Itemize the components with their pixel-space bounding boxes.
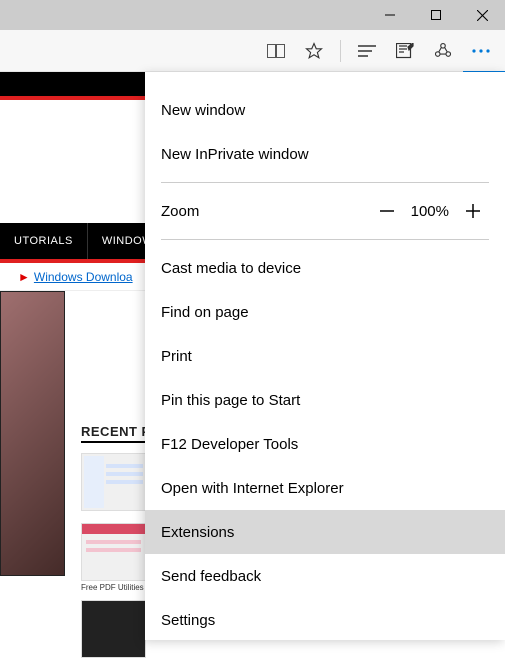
menu-separator: [161, 182, 489, 183]
more-menu: New window New InPrivate window Zoom 100…: [145, 72, 505, 640]
arrow-icon: ►: [18, 270, 30, 284]
post-thumb-2[interactable]: [81, 523, 146, 581]
menu-zoom-row: Zoom 100%: [145, 189, 505, 233]
share-icon[interactable]: [427, 35, 459, 67]
menu-new-window[interactable]: New window: [145, 88, 505, 132]
nav-tutorials[interactable]: UTORIALS: [0, 223, 88, 259]
toolbar-separator: [340, 40, 341, 62]
menu-settings[interactable]: Settings: [145, 598, 505, 642]
zoom-out-button[interactable]: [371, 202, 403, 220]
zoom-in-button[interactable]: [457, 202, 489, 220]
article-image: [0, 291, 65, 576]
minimize-button[interactable]: [367, 0, 413, 30]
menu-open-ie[interactable]: Open with Internet Explorer: [145, 466, 505, 510]
menu-pin[interactable]: Pin this page to Start: [145, 378, 505, 422]
menu-new-inprivate[interactable]: New InPrivate window: [145, 132, 505, 176]
menu-devtools[interactable]: F12 Developer Tools: [145, 422, 505, 466]
reading-view-icon[interactable]: [260, 35, 292, 67]
menu-separator: [161, 239, 489, 240]
menu-find[interactable]: Find on page: [145, 290, 505, 334]
post-thumb-3[interactable]: [81, 600, 146, 658]
window-titlebar: [0, 0, 505, 30]
more-button[interactable]: [465, 35, 497, 67]
web-note-icon[interactable]: [389, 35, 421, 67]
maximize-button[interactable]: [413, 0, 459, 30]
browser-toolbar: [0, 30, 505, 72]
menu-print[interactable]: Print: [145, 334, 505, 378]
favorites-star-icon[interactable]: [298, 35, 330, 67]
zoom-label: Zoom: [161, 203, 371, 220]
zoom-value: 100%: [411, 203, 449, 220]
heading-underline: [81, 441, 149, 443]
menu-feedback[interactable]: Send feedback: [145, 554, 505, 598]
download-link-text: Windows Downloa: [34, 270, 133, 284]
menu-cast[interactable]: Cast media to device: [145, 246, 505, 290]
post-thumb-1[interactable]: [81, 453, 146, 511]
hub-icon[interactable]: [351, 35, 383, 67]
close-button[interactable]: [459, 0, 505, 30]
menu-extensions[interactable]: Extensions: [145, 510, 505, 554]
